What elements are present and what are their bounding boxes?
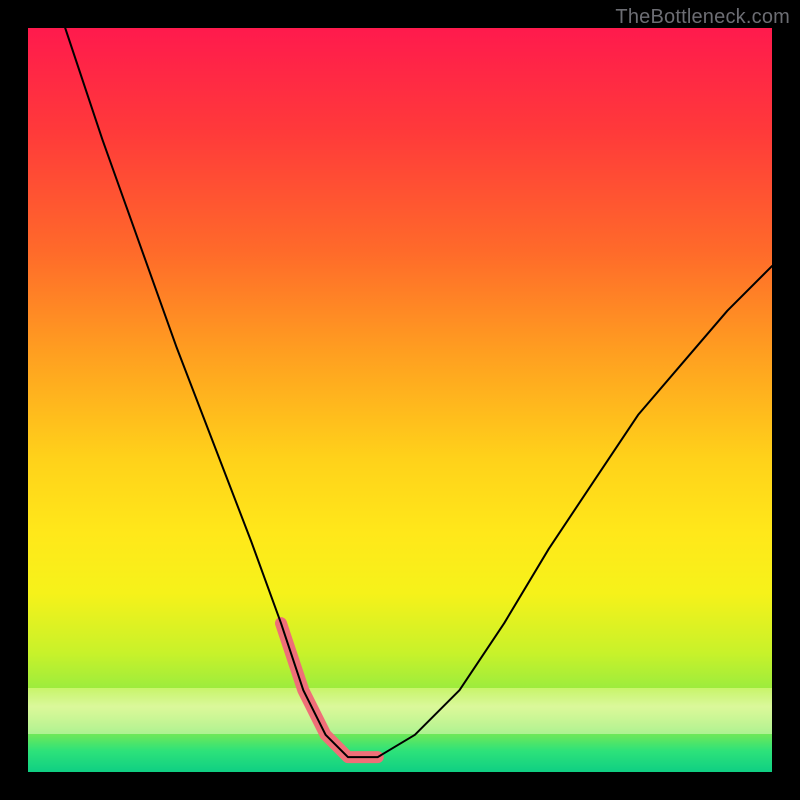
watermark-text: TheBottleneck.com	[615, 6, 790, 29]
bottleneck-curve	[65, 28, 772, 757]
curve-svg	[28, 28, 772, 772]
plot-area	[28, 28, 772, 772]
chart-frame: TheBottleneck.com	[0, 0, 800, 800]
curve-accent	[281, 623, 378, 757]
